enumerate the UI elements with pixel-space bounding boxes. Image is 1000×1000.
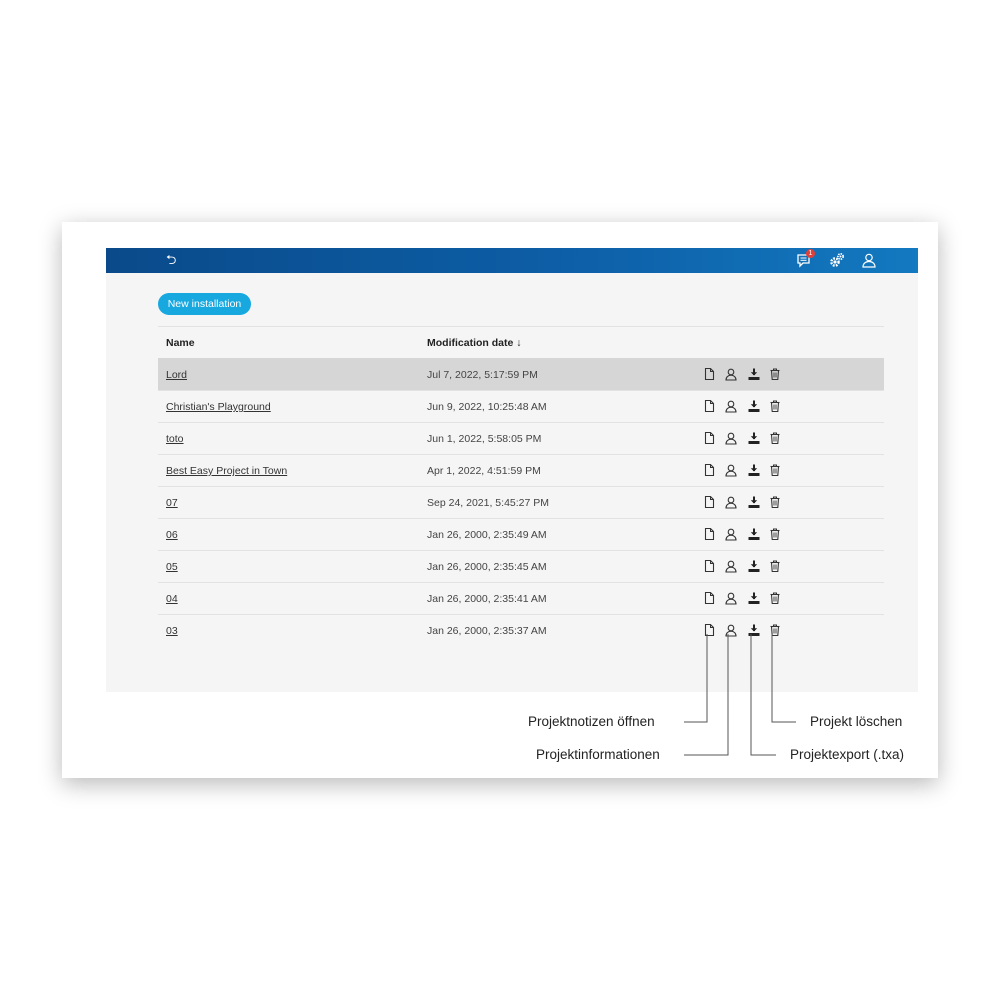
user-icon[interactable]: [724, 527, 738, 541]
trash-icon[interactable]: [768, 591, 782, 605]
modification-date: Sep 24, 2021, 5:45:27 PM: [427, 497, 550, 509]
callout-project-info: Projektinformationen: [536, 747, 660, 762]
trash-icon[interactable]: [768, 431, 782, 445]
project-name-link[interactable]: 05: [166, 561, 178, 573]
column-header-modification-date[interactable]: Modification date ↓: [427, 337, 522, 349]
trash-icon[interactable]: [768, 367, 782, 381]
user-icon[interactable]: [724, 495, 738, 509]
trash-icon[interactable]: [768, 623, 782, 637]
download-icon[interactable]: [747, 463, 761, 477]
table-row[interactable]: 05 Jan 26, 2000, 2:35:45 AM: [158, 550, 884, 582]
table-row[interactable]: Lord Jul 7, 2022, 5:17:59 PM: [158, 358, 884, 390]
callout-delete-project: Projekt löschen: [810, 714, 903, 729]
table-row[interactable]: 06 Jan 26, 2000, 2:35:49 AM: [158, 518, 884, 550]
project-name-link[interactable]: 03: [166, 625, 178, 637]
undo-arrow-icon[interactable]: ⮌: [166, 252, 176, 268]
modification-date: Jan 26, 2000, 2:35:45 AM: [427, 561, 547, 573]
installations-table: Name Modification date ↓ Lord Jul 7, 2022…: [158, 326, 884, 646]
notification-badge: 1: [806, 249, 815, 258]
modification-date: Jan 26, 2000, 2:35:41 AM: [427, 593, 547, 605]
project-name-link[interactable]: 06: [166, 529, 178, 541]
download-icon[interactable]: [747, 527, 761, 541]
trash-icon[interactable]: [768, 399, 782, 413]
callout-export-project: Projektexport (.txa): [790, 747, 905, 762]
download-icon[interactable]: [747, 623, 761, 637]
project-name-link[interactable]: Best Easy Project in Town: [166, 465, 287, 477]
document-icon[interactable]: [702, 463, 716, 477]
top-bar: ⮌ 1: [106, 248, 918, 273]
table-header: Name Modification date ↓: [158, 326, 884, 358]
user-icon[interactable]: [724, 367, 738, 381]
modification-date: Jun 9, 2022, 10:25:48 AM: [427, 401, 547, 413]
user-icon[interactable]: [724, 623, 738, 637]
trash-icon[interactable]: [768, 495, 782, 509]
user-icon[interactable]: [724, 559, 738, 573]
column-header-name[interactable]: Name: [166, 337, 195, 349]
modification-date: Jul 7, 2022, 5:17:59 PM: [427, 369, 538, 381]
document-icon[interactable]: [702, 495, 716, 509]
download-icon[interactable]: [747, 431, 761, 445]
download-icon[interactable]: [747, 591, 761, 605]
project-name-link[interactable]: Lord: [166, 369, 187, 381]
project-name-link[interactable]: toto: [166, 433, 184, 445]
modification-date: Jan 26, 2000, 2:35:49 AM: [427, 529, 547, 541]
user-icon[interactable]: [861, 252, 877, 268]
user-icon[interactable]: [724, 463, 738, 477]
table-row[interactable]: 03 Jan 26, 2000, 2:35:37 AM: [158, 614, 884, 646]
download-icon[interactable]: [747, 367, 761, 381]
project-name-link[interactable]: 04: [166, 593, 178, 605]
document-icon[interactable]: [702, 559, 716, 573]
modification-date: Jan 26, 2000, 2:35:37 AM: [427, 625, 547, 637]
table-row[interactable]: Christian's Playground Jun 9, 2022, 10:25…: [158, 390, 884, 422]
app-window: ⮌ 1 New installation Name Modification d…: [106, 248, 918, 692]
modification-date: Jun 1, 2022, 5:58:05 PM: [427, 433, 542, 445]
download-icon[interactable]: [747, 559, 761, 573]
trash-icon[interactable]: [768, 463, 782, 477]
callout-open-notes: Projektnotizen öffnen: [528, 714, 655, 729]
document-icon[interactable]: [702, 591, 716, 605]
user-icon[interactable]: [724, 399, 738, 413]
table-row[interactable]: Best Easy Project in Town Apr 1, 2022, 4:…: [158, 454, 884, 486]
new-installation-button[interactable]: New installation: [158, 293, 251, 315]
document-icon[interactable]: [702, 399, 716, 413]
document-icon[interactable]: [702, 527, 716, 541]
user-icon[interactable]: [724, 431, 738, 445]
trash-icon[interactable]: [768, 527, 782, 541]
table-row[interactable]: 04 Jan 26, 2000, 2:35:41 AM: [158, 582, 884, 614]
document-icon[interactable]: [702, 623, 716, 637]
table-row[interactable]: toto Jun 1, 2022, 5:58:05 PM: [158, 422, 884, 454]
project-name-link[interactable]: Christian's Playground: [166, 401, 271, 413]
download-icon[interactable]: [747, 399, 761, 413]
document-icon[interactable]: [702, 431, 716, 445]
table-row[interactable]: 07 Sep 24, 2021, 5:45:27 PM: [158, 486, 884, 518]
trash-icon[interactable]: [768, 559, 782, 573]
gears-icon[interactable]: [829, 252, 845, 268]
download-icon[interactable]: [747, 495, 761, 509]
modification-date: Apr 1, 2022, 4:51:59 PM: [427, 465, 541, 477]
document-icon[interactable]: [702, 367, 716, 381]
project-name-link[interactable]: 07: [166, 497, 178, 509]
user-icon[interactable]: [724, 591, 738, 605]
